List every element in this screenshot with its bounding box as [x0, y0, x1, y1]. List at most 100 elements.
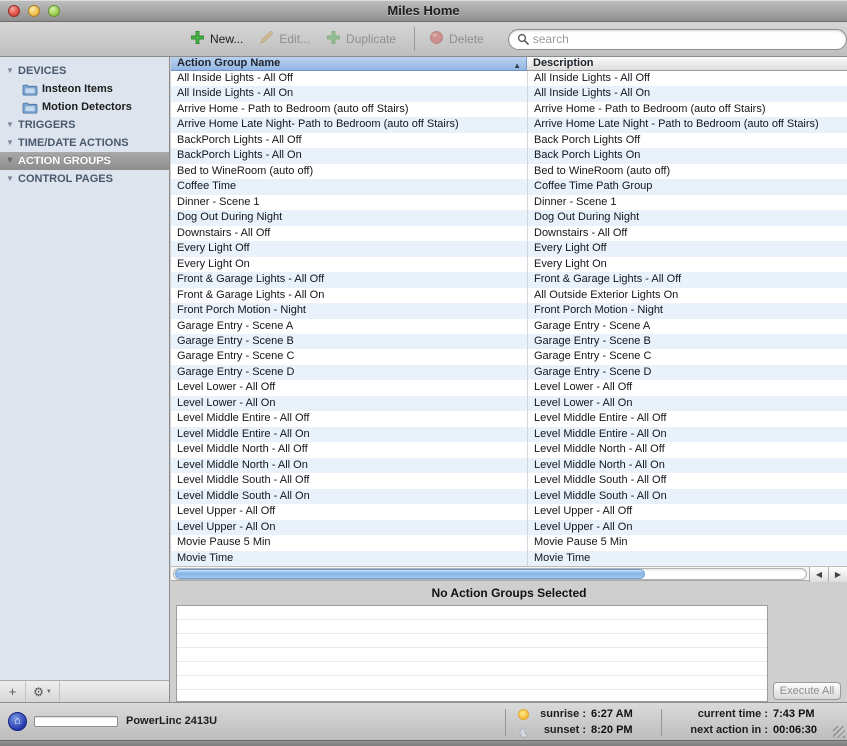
table-row[interactable]: All Inside Lights - All OffAll Inside Li… [171, 71, 847, 86]
table-row[interactable]: Level Upper - All OffLevel Upper - All O… [171, 504, 847, 519]
scrollbar-track[interactable] [173, 568, 807, 580]
cell-description: Arrive Home Late Night - Path to Bedroom… [528, 117, 847, 132]
folder-icon [22, 101, 38, 113]
sidebar-item-devices[interactable]: ▼DEVICES [0, 62, 169, 80]
disclosure-triangle-icon[interactable]: ▼ [4, 116, 16, 134]
table-row[interactable]: Level Lower - All OnLevel Lower - All On [171, 396, 847, 411]
disclosure-triangle-icon[interactable]: ▼ [4, 134, 16, 152]
table-row[interactable]: All Inside Lights - All OnAll Inside Lig… [171, 86, 847, 101]
table-row[interactable]: Front Porch Motion - NightFront Porch Mo… [171, 303, 847, 318]
moon-icon [518, 725, 529, 736]
cell-description: Every Light Off [528, 241, 847, 256]
cell-description: Dog Out During Night [528, 210, 847, 225]
table-row[interactable]: Garage Entry - Scene BGarage Entry - Sce… [171, 334, 847, 349]
table-row[interactable]: Arrive Home - Path to Bedroom (auto off … [171, 102, 847, 117]
astro-block: sunrise : 6:27 AM sunset : 8:20 PM [518, 706, 649, 738]
table-row[interactable]: BackPorch Lights - All OnBack Porch Ligh… [171, 148, 847, 163]
cell-description: All Inside Lights - All Off [528, 71, 847, 86]
table-row[interactable]: Movie TimeMovie Time [171, 551, 847, 566]
table-row[interactable]: Level Upper - All OnLevel Upper - All On [171, 520, 847, 535]
new-button[interactable]: New... [190, 30, 243, 48]
cell-action-group-name: Garage Entry - Scene C [171, 349, 528, 364]
cell-description: All Inside Lights - All On [528, 86, 847, 101]
cell-description: Level Upper - All Off [528, 504, 847, 519]
selected-actions-list[interactable] [176, 605, 768, 702]
sidebar-item-insteon-items[interactable]: Insteon Items [0, 80, 169, 98]
sidebar-item-control-pages[interactable]: ▼CONTROL PAGES [0, 170, 169, 188]
cell-description: Level Middle North - All Off [528, 442, 847, 457]
table-row[interactable]: Movie Pause 5 MinMovie Pause 5 Min [171, 535, 847, 550]
table-row[interactable]: Bed to WineRoom (auto off)Bed to WineRoo… [171, 164, 847, 179]
table-row[interactable]: Level Middle Entire - All OnLevel Middle… [171, 427, 847, 442]
table-row[interactable]: Dinner - Scene 1Dinner - Scene 1 [171, 195, 847, 210]
toolbar: New... Edit... Duplicate Delete [0, 22, 847, 57]
duplicate-button[interactable]: Duplicate [326, 30, 396, 48]
cell-action-group-name: Level Middle South - All Off [171, 473, 528, 488]
sidebar-item-time-date-actions[interactable]: ▼TIME/DATE ACTIONS [0, 134, 169, 152]
table-row[interactable]: Arrive Home Late Night- Path to Bedroom … [171, 117, 847, 132]
sidebar-item-label: Insteon Items [42, 80, 113, 98]
pencil-icon [259, 30, 274, 48]
table-row[interactable]: Level Middle North - All OffLevel Middle… [171, 442, 847, 457]
cell-description: Dinner - Scene 1 [528, 195, 847, 210]
table-row[interactable]: Downstairs - All OffDownstairs - All Off [171, 226, 847, 241]
table-row[interactable]: Front & Garage Lights - All OnAll Outsid… [171, 288, 847, 303]
resize-grip[interactable] [833, 726, 845, 738]
table-row[interactable]: Level Middle Entire - All OffLevel Middl… [171, 411, 847, 426]
execute-all-button[interactable]: Execute All [773, 682, 841, 700]
sidebar-item-motion-detectors[interactable]: Motion Detectors [0, 98, 169, 116]
search-input[interactable] [533, 32, 838, 46]
current-time-value: 7:43 PM [773, 708, 831, 720]
sidebar: ▼DEVICESInsteon ItemsMotion Detectors▼TR… [0, 57, 170, 680]
scrollbar-thumb[interactable] [175, 569, 645, 579]
table-row[interactable]: Garage Entry - Scene AGarage Entry - Sce… [171, 319, 847, 334]
sunrise-label: sunrise : [534, 708, 586, 720]
status-separator [505, 709, 506, 736]
table-row[interactable]: Every Light OffEvery Light Off [171, 241, 847, 256]
cell-action-group-name: Arrive Home Late Night- Path to Bedroom … [171, 117, 528, 132]
folder-icon [22, 83, 38, 95]
table-row[interactable]: BackPorch Lights - All OffBack Porch Lig… [171, 133, 847, 148]
table-row[interactable]: Every Light OnEvery Light On [171, 257, 847, 272]
sidebar-item-label: TRIGGERS [18, 116, 75, 134]
disclosure-triangle-icon[interactable]: ▼ [4, 62, 16, 80]
scroll-left-button[interactable]: ◀ [809, 567, 828, 582]
sidebar-item-action-groups[interactable]: ▼ACTION GROUPS [0, 152, 169, 170]
sun-icon [518, 709, 529, 720]
search-field[interactable] [508, 29, 847, 50]
table-row[interactable]: Garage Entry - Scene CGarage Entry - Sce… [171, 349, 847, 364]
delete-button[interactable]: Delete [429, 30, 484, 48]
table-row[interactable]: Garage Entry - Scene DGarage Entry - Sce… [171, 365, 847, 380]
table-row[interactable]: Level Middle South - All OnLevel Middle … [171, 489, 847, 504]
table-row[interactable]: Level Middle North - All OnLevel Middle … [171, 458, 847, 473]
cell-action-group-name: Front & Garage Lights - All On [171, 288, 528, 303]
add-button[interactable]: + [0, 681, 26, 702]
cell-description: Level Middle South - All Off [528, 473, 847, 488]
cell-action-group-name: Front & Garage Lights - All Off [171, 272, 528, 287]
cell-action-group-name: Garage Entry - Scene B [171, 334, 528, 349]
column-header-description[interactable]: Description [527, 57, 847, 71]
cell-action-group-name: Level Lower - All Off [171, 380, 528, 395]
disclosure-triangle-icon[interactable]: ▼ [4, 152, 16, 170]
table-row[interactable]: Level Middle South - All OffLevel Middle… [171, 473, 847, 488]
sunrise-value: 6:27 AM [591, 708, 649, 720]
disclosure-triangle-icon[interactable]: ▼ [4, 170, 16, 188]
table-row[interactable]: Level Lower - All OffLevel Lower - All O… [171, 380, 847, 395]
cell-description: Garage Entry - Scene C [528, 349, 847, 364]
chevron-down-icon: ▼ [46, 689, 52, 695]
table-row[interactable]: Coffee TimeCoffee Time Path Group [171, 179, 847, 194]
table-row[interactable]: Dog Out During NightDog Out During Night [171, 210, 847, 225]
window-bottom-edge [0, 740, 847, 746]
scroll-right-button[interactable]: ▶ [828, 567, 847, 582]
table-header: Action Group Name ▲ Description [171, 57, 847, 71]
action-menu-button[interactable]: ⚙ ▼ [26, 681, 60, 702]
scroll-right-icon: ▶ [835, 570, 841, 579]
column-header-action-group-name[interactable]: Action Group Name ▲ [171, 57, 527, 71]
sidebar-item-triggers[interactable]: ▼TRIGGERS [0, 116, 169, 134]
sidebar-bottom-bar: + ⚙ ▼ [0, 680, 170, 702]
cell-action-group-name: Every Light On [171, 257, 528, 272]
cell-action-group-name: Level Upper - All Off [171, 504, 528, 519]
edit-button[interactable]: Edit... [259, 30, 310, 48]
cell-action-group-name: Arrive Home - Path to Bedroom (auto off … [171, 102, 528, 117]
table-row[interactable]: Front & Garage Lights - All OffFront & G… [171, 272, 847, 287]
